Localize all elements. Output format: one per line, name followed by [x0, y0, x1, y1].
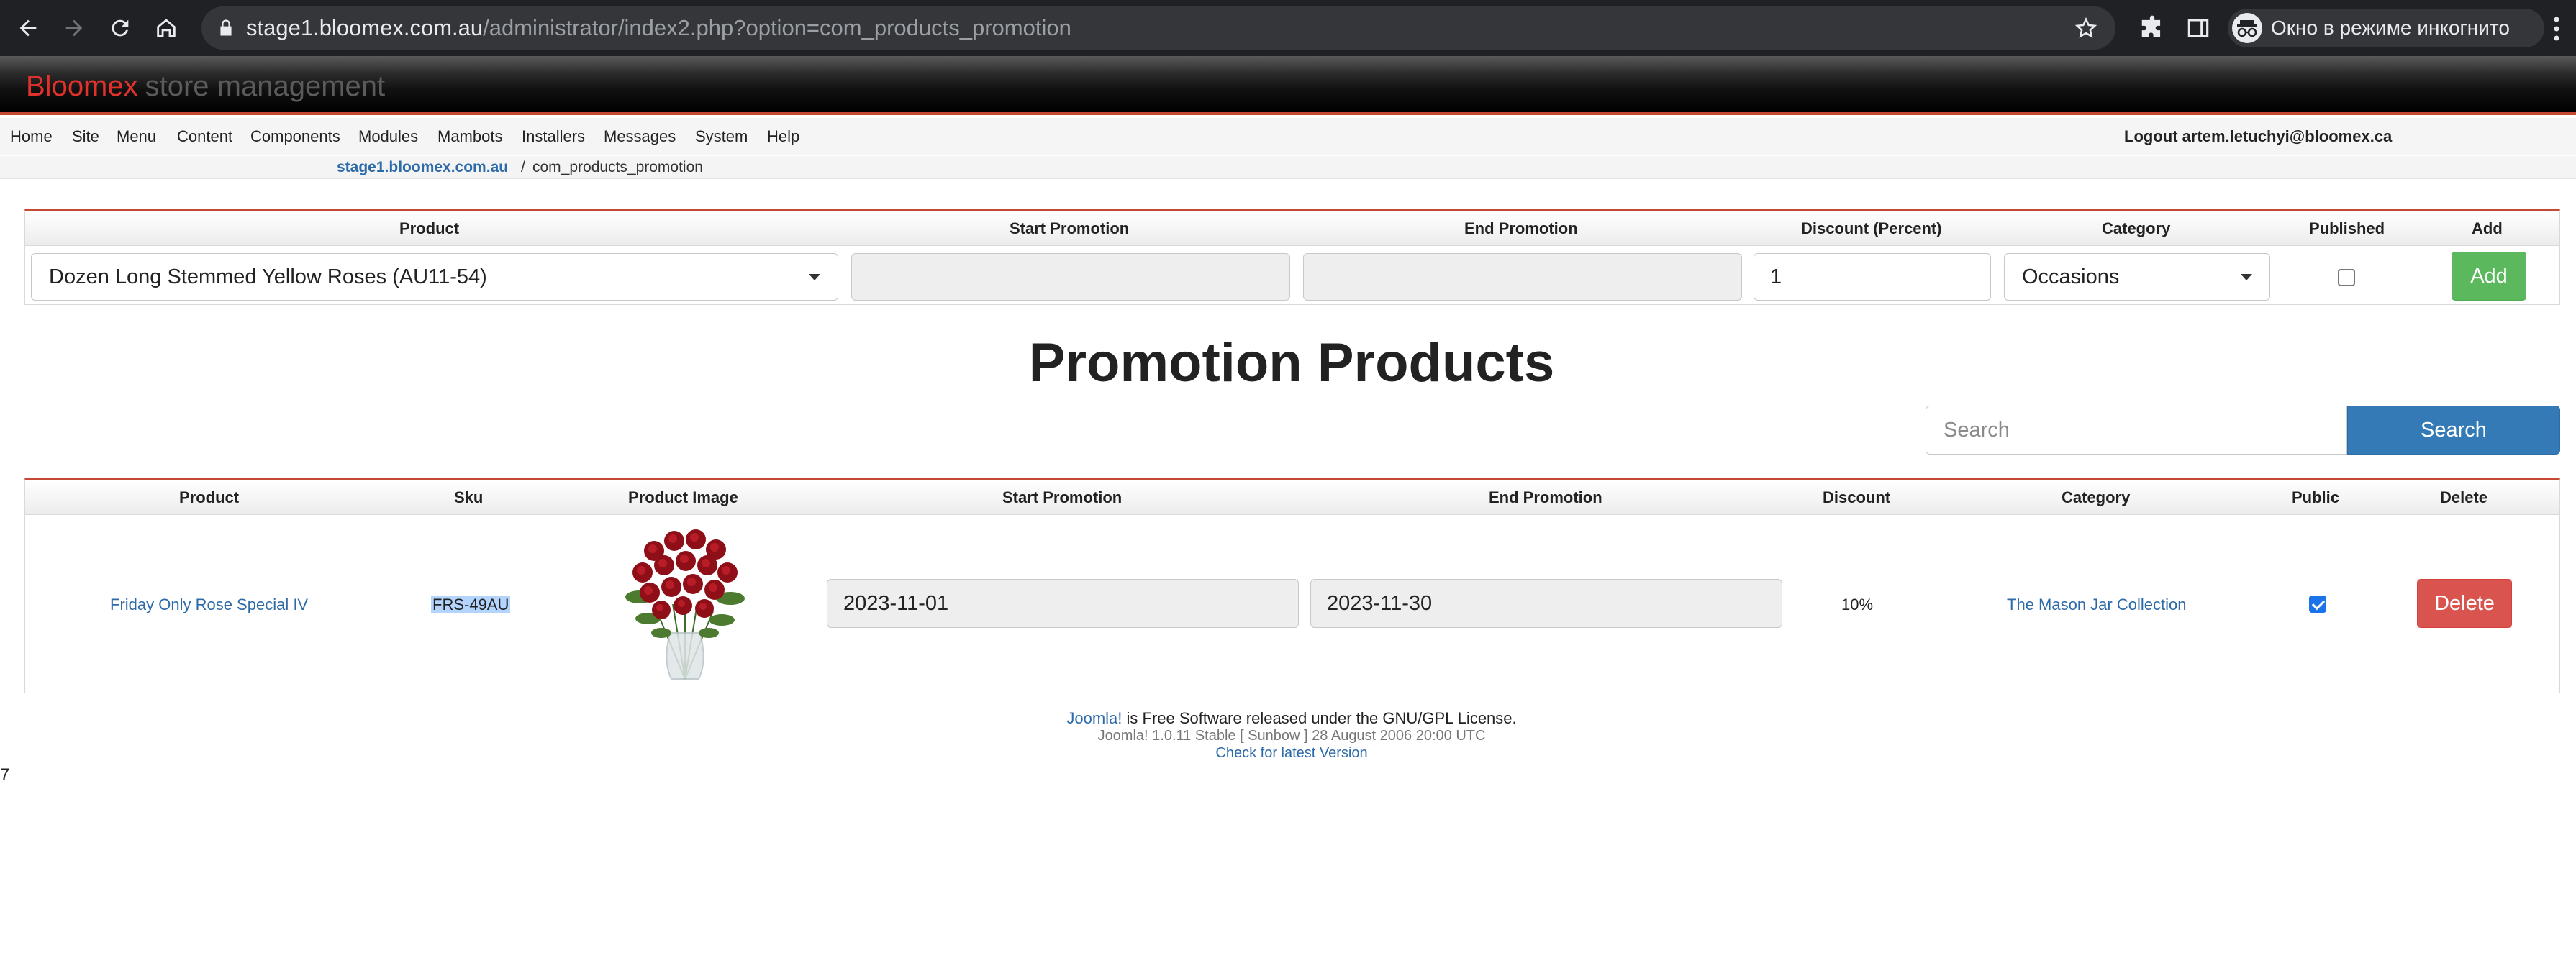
discount-input[interactable]: 1 [1754, 253, 1991, 301]
menu-home[interactable]: Home [10, 118, 53, 155]
page-title: Promotion Products [1028, 332, 1555, 393]
bookmark-star-icon[interactable] [2074, 16, 2098, 40]
start-promotion-input[interactable] [851, 253, 1290, 301]
category-select-value: Occasions [2022, 265, 2120, 288]
footer-version: Joomla! 1.0.11 Stable [ Sunbow ] 28 Augu… [1097, 728, 1486, 744]
address-bar[interactable]: stage1.bloomex.com.au/administrator/inde… [201, 6, 2115, 50]
brand-name: Bloomex [26, 70, 138, 102]
add-form-header-row: Product Start Promotion End Promotion Di… [25, 211, 2559, 246]
browser-menu-icon[interactable] [2553, 16, 2560, 42]
col-delete: Delete [2440, 488, 2488, 506]
side-panel-icon[interactable] [2185, 14, 2212, 42]
col-product: Product [179, 488, 240, 506]
promotion-products-table: Product Sku Product Image Start Promotio… [24, 478, 2560, 693]
menu-mambots[interactable]: Mambots [437, 118, 502, 155]
menu-help[interactable]: Help [767, 118, 799, 155]
joomla-link[interactable]: Joomla! [1066, 709, 1122, 727]
menu-content[interactable]: Content [177, 118, 232, 155]
search-input[interactable]: Search [1926, 406, 2347, 455]
product-image [611, 518, 759, 683]
incognito-indicator[interactable]: Окно в режиме инкогнито [2228, 9, 2544, 47]
row-end-promotion-value: 2023-11-30 [1327, 592, 1433, 615]
browser-toolbar: stage1.bloomex.com.au/administrator/inde… [0, 0, 2576, 56]
address-url: stage1.bloomex.com.au/administrator/inde… [246, 15, 1071, 40]
add-promotion-form: Product Start Promotion End Promotion Di… [24, 209, 2560, 305]
product-link[interactable]: Friday Only Rose Special IV [110, 596, 308, 614]
incognito-label: Окно в режиме инкогнито [2271, 17, 2510, 39]
sku-cell: FRS-49AU [431, 596, 511, 614]
col-product-image: Product Image [628, 488, 738, 506]
product-select-value: Dozen Long Stemmed Yellow Roses (AU11-54… [49, 265, 487, 288]
product-select[interactable]: Dozen Long Stemmed Yellow Roses (AU11-54… [31, 253, 838, 301]
row-discount: 10% [1841, 596, 1874, 613]
col-sku: Sku [454, 488, 484, 506]
incognito-icon [2232, 13, 2262, 43]
end-promotion-input[interactable] [1303, 253, 1742, 301]
delete-button[interactable]: Delete [2417, 579, 2512, 628]
home-icon[interactable] [148, 10, 184, 46]
col-discount: Discount [1823, 488, 1891, 506]
row-category-link[interactable]: The Mason Jar Collection [2007, 596, 2186, 614]
extensions-puzzle-icon[interactable] [2139, 14, 2166, 42]
admin-menubar: Home Site Menu Content Components Module… [0, 118, 2576, 155]
search-button[interactable]: Search [2347, 406, 2560, 455]
brand-subtitle: store management [145, 70, 386, 102]
menu-site[interactable]: Site [72, 118, 99, 155]
menu-components[interactable]: Components [250, 118, 340, 155]
breadcrumb: stage1.bloomex.com.au / com_products_pro… [0, 156, 2576, 179]
breadcrumb-site-link[interactable]: stage1.bloomex.com.au [337, 156, 508, 179]
discount-value: 1 [1770, 265, 1782, 288]
row-start-promotion-value: 2023-11-01 [843, 592, 949, 615]
header-category: Category [2102, 219, 2171, 237]
header-product: Product [399, 219, 460, 237]
stray-text: 7 [0, 765, 10, 785]
row-public-checkbox[interactable] [2309, 596, 2326, 613]
col-start-promotion: Start Promotion [1002, 488, 1123, 506]
row-start-promotion-input[interactable]: 2023-11-01 [827, 579, 1299, 628]
menu-installers[interactable]: Installers [522, 118, 585, 155]
header-published: Published [2309, 219, 2385, 237]
menu-menu[interactable]: Menu [117, 118, 156, 155]
breadcrumb-current: com_products_promotion [532, 159, 703, 175]
admin-header: Bloomex store management [0, 56, 2576, 115]
forward-icon[interactable] [56, 10, 92, 46]
menu-modules[interactable]: Modules [358, 118, 418, 155]
menu-system[interactable]: System [695, 118, 748, 155]
chevron-down-icon [809, 274, 820, 280]
license-text: is Free Software released under the GNU/… [1122, 709, 1517, 727]
list-header-row: Product Sku Product Image Start Promotio… [25, 480, 2559, 515]
reload-icon[interactable] [102, 10, 138, 46]
row-end-promotion-input[interactable]: 2023-11-30 [1310, 579, 1782, 628]
chevron-down-icon [2241, 274, 2252, 280]
check-version-link[interactable]: Check for latest Version [0, 745, 2576, 762]
add-button[interactable]: Add [2452, 252, 2526, 301]
published-checkbox[interactable] [2338, 269, 2355, 286]
category-select[interactable]: Occasions [2004, 253, 2270, 301]
logout-link[interactable]: Logout artem.letuchyi@bloomex.ca [2124, 118, 2392, 155]
col-public: Public [2292, 488, 2340, 506]
header-discount-percent: Discount (Percent) [1801, 219, 1942, 237]
col-end-promotion: End Promotion [1489, 488, 1602, 506]
sku-value: FRS-49AU [431, 596, 511, 613]
col-category: Category [2062, 488, 2131, 506]
brand-logo: Bloomex store management [26, 70, 385, 102]
header-start-promotion: Start Promotion [1010, 219, 1130, 237]
breadcrumb-separator: / [521, 159, 525, 175]
menu-messages[interactable]: Messages [604, 118, 676, 155]
footer-license: Joomla! is Free Software released under … [0, 709, 2576, 728]
header-add: Add [2472, 219, 2503, 237]
back-icon[interactable] [10, 10, 46, 46]
lock-icon [220, 19, 232, 36]
header-end-promotion: End Promotion [1464, 219, 1578, 237]
search-placeholder: Search [1944, 419, 2010, 442]
